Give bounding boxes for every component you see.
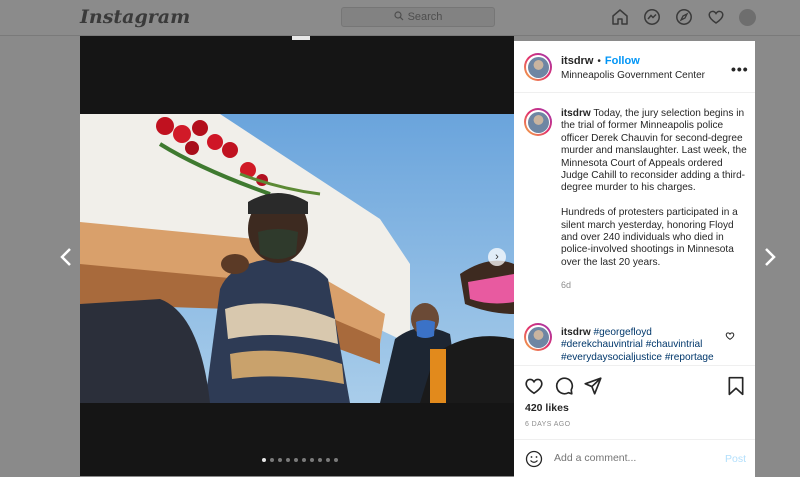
share-icon[interactable] <box>583 376 603 396</box>
add-comment-bar: Post <box>514 439 755 477</box>
next-slide-button[interactable]: › <box>488 248 506 266</box>
post-media[interactable]: › <box>80 36 514 476</box>
page-header: Instagram Search <box>0 0 800 36</box>
next-post-icon[interactable] <box>763 247 777 267</box>
hashtag-link[interactable]: #everydaysocialjustice <box>561 352 662 363</box>
author-avatar[interactable] <box>524 53 552 81</box>
post-photo <box>80 114 514 403</box>
comment-avatar[interactable] <box>524 323 552 351</box>
hashtag-link[interactable]: #chauvintrial <box>646 339 703 350</box>
post-location[interactable]: Minneapolis Government Center <box>561 70 705 81</box>
caption-age[interactable]: 6d <box>561 279 747 291</box>
home-icon[interactable] <box>611 8 629 26</box>
caption-text: itsdrw Today, the jury selection begins … <box>561 108 747 292</box>
post-timestamp[interactable]: 6 DAYS AGO <box>525 421 571 428</box>
carousel-dot <box>278 458 282 462</box>
save-icon[interactable] <box>727 376 745 396</box>
carousel-dot <box>262 458 266 462</box>
carousel-dot <box>302 458 306 462</box>
comment-input[interactable] <box>554 452 704 464</box>
more-options-icon[interactable]: ••• <box>731 61 749 77</box>
comment-username[interactable]: itsdrw <box>561 327 591 338</box>
search-placeholder: Search <box>407 11 443 23</box>
profile-avatar[interactable] <box>739 9 756 26</box>
like-icon[interactable] <box>524 376 544 396</box>
heart-icon[interactable] <box>707 8 725 26</box>
follow-button[interactable]: Follow <box>605 55 640 67</box>
hashtag-link[interactable]: #derekchauvintrial <box>561 339 643 350</box>
carousel-dot <box>310 458 314 462</box>
photo-illustration <box>80 114 514 403</box>
emoji-icon[interactable] <box>525 450 543 468</box>
carousel-dot <box>270 458 274 462</box>
carousel-dot <box>318 458 322 462</box>
carousel-dot <box>334 458 338 462</box>
media-edge-mark <box>292 36 310 40</box>
explore-icon[interactable] <box>675 8 693 26</box>
carousel-dot <box>294 458 298 462</box>
comment-icon[interactable] <box>554 376 574 396</box>
hashtag-comment: itsdrw #georgefloyd #derekchauvintrial #… <box>514 321 755 365</box>
caption-username[interactable]: itsdrw <box>561 108 591 119</box>
author-username[interactable]: itsdrw <box>561 55 593 67</box>
post-header: itsdrw • Follow Minneapolis Government C… <box>514 41 755 93</box>
search-box[interactable]: Search <box>341 7 495 27</box>
messenger-icon[interactable] <box>643 8 661 26</box>
previous-post-icon[interactable] <box>59 247 73 267</box>
caption-paragraph-2: Hundreds of protesters participated in a… <box>561 207 738 268</box>
carousel-dot <box>286 458 290 462</box>
carousel-dot <box>326 458 330 462</box>
search-icon <box>393 10 404 24</box>
separator-dot: • <box>597 56 601 67</box>
comment-text: itsdrw #georgefloyd #derekchauvintrial #… <box>561 327 721 364</box>
hashtag-link[interactable]: #georgefloyd <box>594 327 652 338</box>
post-sidebar: itsdrw • Follow Minneapolis Government C… <box>514 41 755 477</box>
post-actions: 420 likes 6 DAYS AGO Post <box>514 365 755 477</box>
likes-count[interactable]: 420 likes <box>525 402 569 414</box>
caption-avatar[interactable] <box>524 108 552 136</box>
like-comment-icon[interactable] <box>725 331 735 341</box>
caption-paragraph-1: Today, the jury selection begins in the … <box>561 108 747 194</box>
post-comment-button[interactable]: Post <box>725 453 746 465</box>
carousel-indicator <box>262 458 338 462</box>
instagram-logo[interactable]: Instagram <box>80 6 190 28</box>
hashtag-link[interactable]: #reportage <box>665 352 714 363</box>
